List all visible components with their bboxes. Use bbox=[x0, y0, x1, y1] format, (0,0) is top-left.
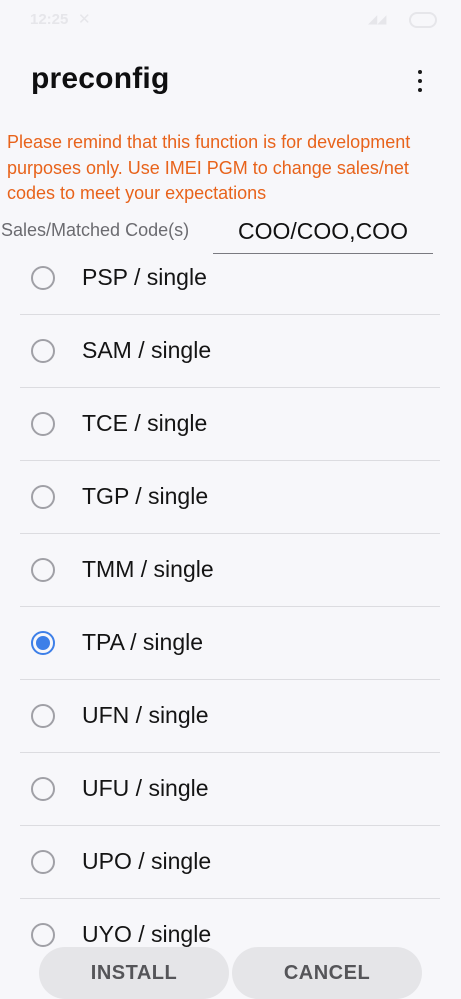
radio-button[interactable] bbox=[31, 412, 55, 436]
screen: 12:25 ✕ ◢◢ preconfig Please remind that … bbox=[0, 0, 461, 999]
bottom-button-bar: INSTALL CANCEL bbox=[0, 940, 461, 999]
option-label: UPO / single bbox=[82, 848, 212, 874]
radio-button[interactable] bbox=[31, 339, 55, 363]
option-ufu[interactable]: UFU / single bbox=[20, 753, 440, 826]
sales-code-option-list: PSP / single SAM / single TCE / single T… bbox=[20, 242, 440, 972]
option-label: UFN / single bbox=[82, 702, 209, 728]
cancel-button[interactable]: CANCEL bbox=[232, 947, 422, 999]
option-tgp[interactable]: TGP / single bbox=[20, 461, 440, 534]
radio-button[interactable] bbox=[31, 558, 55, 582]
radio-button[interactable] bbox=[31, 777, 55, 801]
more-vertical-icon[interactable] bbox=[405, 64, 435, 98]
option-upo[interactable]: UPO / single bbox=[20, 826, 440, 899]
page-title: preconfig bbox=[31, 62, 170, 95]
install-button[interactable]: INSTALL bbox=[39, 947, 229, 999]
option-label: TCE / single bbox=[82, 410, 208, 436]
more-dot bbox=[418, 70, 422, 74]
option-tmm[interactable]: TMM / single bbox=[20, 534, 440, 607]
battery-icon bbox=[409, 12, 437, 28]
more-dot bbox=[418, 88, 422, 92]
status-time: 12:25 bbox=[30, 11, 69, 28]
radio-button[interactable] bbox=[31, 850, 55, 874]
radio-button[interactable] bbox=[31, 266, 55, 290]
option-psp[interactable]: PSP / single bbox=[20, 242, 440, 315]
radio-button[interactable] bbox=[31, 704, 55, 728]
option-label: TMM / single bbox=[82, 556, 214, 582]
option-sam[interactable]: SAM / single bbox=[20, 315, 440, 388]
option-tce[interactable]: TCE / single bbox=[20, 388, 440, 461]
more-dot bbox=[418, 79, 422, 83]
option-label: TGP / single bbox=[82, 483, 209, 509]
option-tpa[interactable]: TPA / single bbox=[20, 607, 440, 680]
sales-codes-label: Sales/Matched Code(s) bbox=[1, 220, 190, 240]
option-label: PSP / single bbox=[82, 264, 207, 290]
option-ufn[interactable]: UFN / single bbox=[20, 680, 440, 753]
radio-button[interactable] bbox=[31, 485, 55, 509]
signal-icon: ◢◢ bbox=[368, 12, 387, 26]
radio-button-selected[interactable] bbox=[31, 631, 55, 655]
development-warning: Please remind that this function is for … bbox=[7, 132, 411, 203]
status-bar: 12:25 ✕ ◢◢ bbox=[0, 0, 461, 44]
option-label: SAM / single bbox=[82, 337, 212, 363]
option-label: TPA / single bbox=[82, 629, 204, 655]
close-notification-icon: ✕ bbox=[78, 11, 91, 28]
option-label: UFU / single bbox=[82, 775, 209, 801]
